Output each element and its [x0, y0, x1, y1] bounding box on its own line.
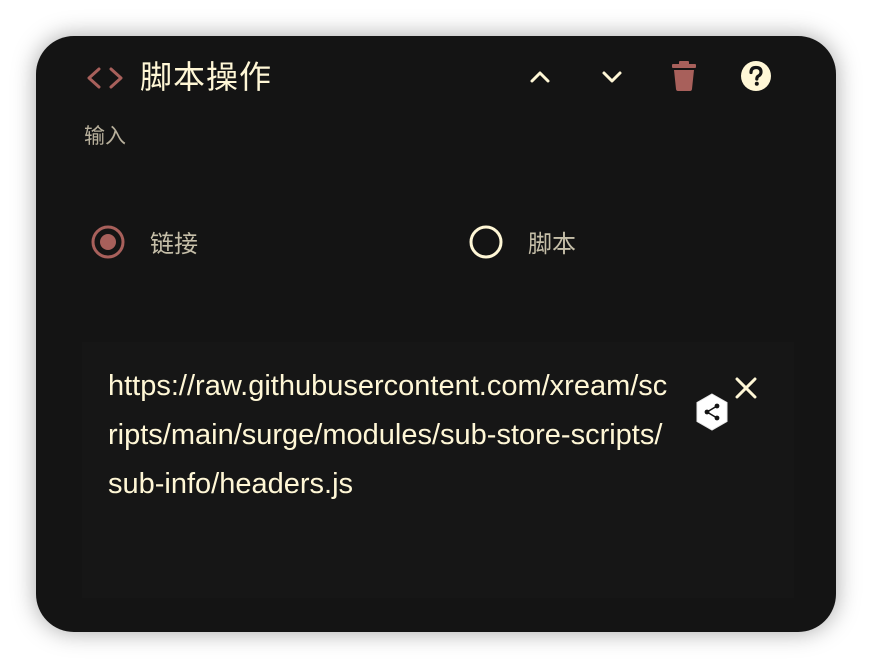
close-icon	[734, 376, 758, 404]
page-title: 脚本操作	[140, 58, 273, 96]
radio-unselected-icon	[468, 224, 504, 264]
script-url-input[interactable]: https://raw.githubusercontent.com/xream/…	[108, 362, 676, 509]
radio-script-label: 脚本	[528, 230, 576, 258]
radio-link[interactable]: 链接	[90, 224, 198, 264]
code-icon	[86, 66, 124, 90]
chevron-down-icon	[601, 69, 623, 88]
section-label: 输入	[84, 124, 126, 148]
help-button[interactable]	[736, 58, 776, 98]
radio-link-label: 链接	[150, 230, 198, 258]
clear-input-button[interactable]	[722, 366, 770, 414]
chevron-up-icon	[529, 69, 551, 88]
delete-button[interactable]	[664, 58, 704, 98]
radio-script[interactable]: 脚本	[468, 224, 576, 264]
help-icon	[740, 60, 772, 96]
script-operation-card: 脚本操作 输入 链接 脚本 https://raw.githubusercont…	[36, 36, 836, 632]
move-down-button[interactable]	[592, 58, 632, 98]
move-up-button[interactable]	[520, 58, 560, 98]
radio-selected-icon	[90, 224, 126, 264]
script-url-field[interactable]: https://raw.githubusercontent.com/xream/…	[82, 342, 794, 598]
trash-icon	[672, 61, 696, 95]
